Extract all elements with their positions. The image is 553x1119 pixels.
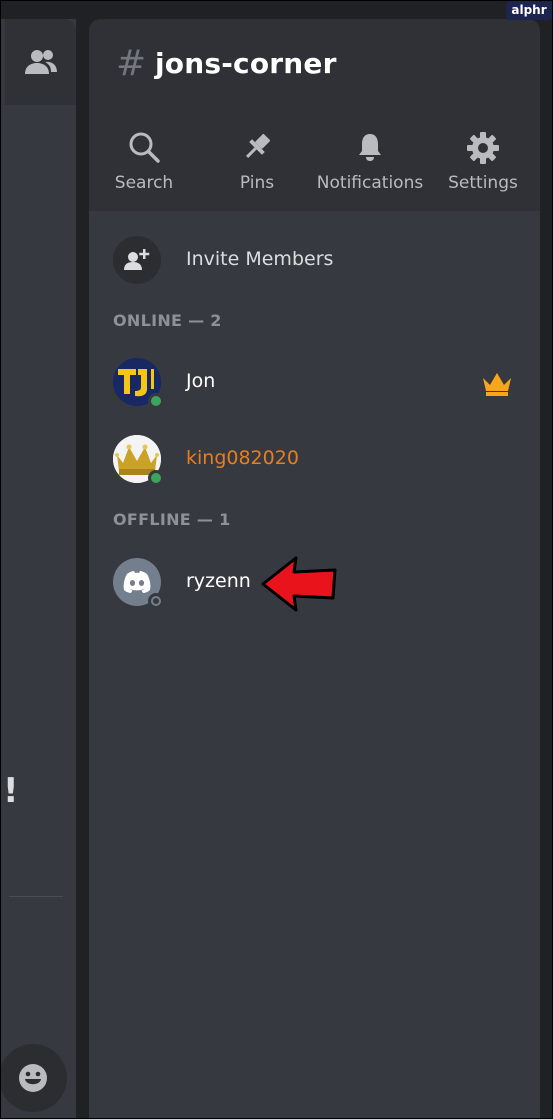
search-label: Search [114, 173, 174, 193]
channel-hash-icon: # [116, 43, 147, 84]
member-name-jon: Jon [186, 370, 216, 392]
member-name-king082020: king082020 [186, 447, 299, 469]
channel-title: jons-corner [155, 47, 337, 80]
members-icon[interactable] [23, 47, 59, 77]
member-row-king082020[interactable]: king082020 [89, 430, 540, 490]
settings-label: Settings [448, 173, 518, 193]
pins-button[interactable]: Pins [202, 115, 312, 211]
crown-icon [483, 373, 511, 396]
emoji-icon [19, 1064, 47, 1092]
notifications-label: Notifications [316, 173, 424, 193]
search-button[interactable]: Search [89, 115, 199, 211]
left-divider [9, 896, 63, 897]
invite-members-button[interactable]: Invite Members [89, 232, 540, 290]
bell-icon [359, 134, 381, 161]
pins-label: Pins [239, 173, 275, 193]
offline-status-dot [148, 593, 164, 609]
section-offline-header: OFFLINE — 1 [113, 510, 231, 529]
add-user-icon [124, 249, 150, 270]
member-row-jon[interactable]: Jon [89, 353, 540, 413]
red-arrow-annotation [261, 556, 337, 612]
watermark-badge: alphr [506, 1, 552, 20]
emoji-button[interactable] [1, 1044, 67, 1112]
section-online-header: ONLINE — 2 [113, 311, 222, 330]
notifications-button[interactable]: Notifications [315, 115, 425, 211]
settings-button[interactable]: Settings [428, 115, 538, 211]
app-frame: ! # jons-corner Search Pins Notification… [0, 0, 553, 1119]
offline-ring [151, 596, 161, 606]
partial-message-glyph: ! [3, 771, 19, 811]
search-icon [129, 132, 160, 163]
online-status-dot [148, 470, 164, 486]
watermark-text: alphr [511, 3, 547, 17]
invite-avatar [113, 236, 161, 284]
channel-toolbar: Search Pins Notifications Settings [89, 115, 540, 211]
online-status-dot [148, 393, 164, 409]
chat-header-peek [5, 19, 76, 105]
chat-panel-peek: ! [1, 19, 76, 1118]
gear-icon [467, 132, 499, 164]
partial-message-text: ! [3, 771, 19, 821]
channel-header: # jons-corner [89, 19, 540, 116]
member-name-ryzenn: ryzenn [186, 570, 251, 592]
invite-members-label: Invite Members [186, 248, 334, 270]
pin-icon [246, 133, 271, 158]
